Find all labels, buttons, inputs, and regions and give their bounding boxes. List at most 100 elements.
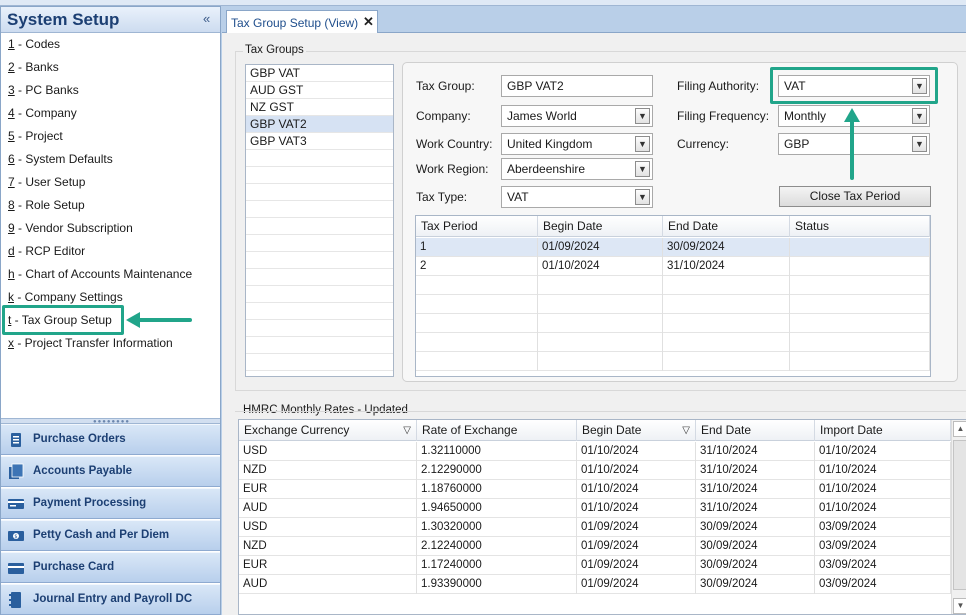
petty-cash-icon: $: [7, 527, 25, 545]
module-button[interactable]: Payment Processing: [1, 488, 220, 519]
sidebar-item-key: 8: [8, 198, 15, 212]
tax-group-field[interactable]: GBP VAT2: [501, 75, 653, 97]
column-header-label: End Date: [701, 423, 752, 437]
sidebar-item-label: - Vendor Subscription: [14, 221, 133, 235]
table-cell: [663, 352, 790, 371]
table-row[interactable]: 2 01/10/2024 31/10/2024: [416, 257, 930, 276]
column-header-label: Status: [795, 219, 830, 233]
tax-type-select[interactable]: VAT ▼: [501, 186, 653, 208]
sidebar-item[interactable]: x - Project Transfer Information: [8, 333, 173, 353]
chevron-down-icon[interactable]: ▼: [635, 136, 650, 152]
scroll-down-icon[interactable]: ▼: [953, 598, 966, 614]
work-country-select[interactable]: United Kingdom ▼: [501, 133, 653, 155]
work-region-select[interactable]: Aberdeenshire ▼: [501, 158, 653, 180]
close-icon[interactable]: ✕: [363, 14, 374, 30]
column-header-label: Rate of Exchange: [422, 423, 518, 437]
module-button[interactable]: Accounts Payable: [1, 456, 220, 487]
sidebar-item-key: 3: [8, 83, 15, 97]
sidebar-item[interactable]: 9 - Vendor Subscription: [8, 218, 133, 238]
empty-row: [246, 218, 393, 235]
module-button[interactable]: Journal Entry and Payroll DC: [1, 584, 220, 615]
sidebar-item-label: - Codes: [14, 37, 61, 51]
sidebar-item[interactable]: 4 - Company: [8, 103, 77, 123]
vertical-scrollbar[interactable]: ▲ ▼: [951, 420, 966, 614]
tax-group-item[interactable]: GBP VAT3: [246, 133, 393, 150]
tax-type-value: VAT: [507, 190, 529, 204]
table-cell: 01/09/2024: [577, 575, 696, 594]
table-cell: [663, 333, 790, 352]
tax-period-grid[interactable]: Tax Period Begin Date End Date Status 1 01/0…: [415, 215, 931, 377]
table-row[interactable]: AUD 1.93390000 01/09/2024 30/09/2024 03/09/2…: [239, 575, 951, 594]
tax-group-list[interactable]: GBP VAT AUD GST NZ GST GBP VAT2 GBP VAT3: [245, 64, 394, 377]
table-row[interactable]: EUR 1.17240000 01/09/2024 30/09/2024 03/09/2…: [239, 556, 951, 575]
table-row[interactable]: EUR 1.18760000 01/10/2024 31/10/2024 01/10/2…: [239, 480, 951, 499]
table-cell: [790, 314, 930, 333]
collapse-icon[interactable]: «: [203, 11, 210, 26]
tab-tax-group-setup[interactable]: Tax Group Setup (View) ✕: [226, 10, 378, 34]
tab-strip: Tax Group Setup (View) ✕: [222, 6, 966, 34]
module-button[interactable]: $ Petty Cash and Per Diem: [1, 520, 220, 551]
table-cell: [790, 333, 930, 352]
table-cell: 30/09/2024: [696, 518, 815, 537]
chevron-down-icon[interactable]: ▼: [635, 108, 650, 124]
table-cell: 01/10/2024: [577, 480, 696, 499]
column-header[interactable]: Status: [790, 216, 930, 237]
table-row[interactable]: NZD 2.12240000 01/09/2024 30/09/2024 03/09/2…: [239, 537, 951, 556]
company-value: James World: [507, 109, 577, 123]
module-label: Purchase Orders: [33, 433, 126, 445]
sidebar-item[interactable]: 8 - Role Setup: [8, 195, 85, 215]
tax-group-detail-panel: Tax Group: Company: Work Country: Work R…: [402, 62, 958, 382]
chevron-down-icon[interactable]: ▼: [912, 136, 927, 152]
sidebar-item[interactable]: 7 - User Setup: [8, 172, 85, 192]
table-cell: EUR: [239, 480, 417, 499]
module-button[interactable]: Purchase Card: [1, 552, 220, 583]
empty-row: [246, 354, 393, 371]
chevron-down-icon[interactable]: ▼: [912, 108, 927, 124]
sidebar-item[interactable]: 3 - PC Banks: [8, 80, 79, 100]
table-row[interactable]: USD 1.32110000 01/10/2024 31/10/2024 01/10/2…: [239, 442, 951, 461]
currency-label: Currency:: [677, 137, 730, 151]
filter-icon[interactable]: ▽: [682, 420, 690, 441]
sidebar-item[interactable]: k - Company Settings: [8, 287, 123, 307]
sidebar-item[interactable]: 6 - System Defaults: [8, 149, 113, 169]
table-row[interactable]: NZD 2.12290000 01/10/2024 31/10/2024 01/10/2…: [239, 461, 951, 480]
table-cell: 1.30320000: [417, 518, 577, 537]
column-header[interactable]: Rate of Exchange: [417, 420, 577, 441]
column-header[interactable]: Begin Date ▽: [577, 420, 696, 441]
tax-group-item[interactable]: GBP VAT2: [246, 116, 393, 133]
hmrc-rates-grid[interactable]: Exchange Currency ▽ Rate of Exchange Begin …: [238, 419, 966, 615]
scroll-up-icon[interactable]: ▲: [953, 421, 966, 437]
filter-icon[interactable]: ▽: [403, 420, 411, 441]
chevron-down-icon[interactable]: ▼: [635, 161, 650, 177]
column-header[interactable]: End Date: [696, 420, 815, 441]
tax-group-item[interactable]: GBP VAT: [246, 65, 393, 82]
tax-group-item[interactable]: AUD GST: [246, 82, 393, 99]
column-header[interactable]: Begin Date: [538, 216, 663, 237]
tax-group-item[interactable]: NZ GST: [246, 99, 393, 116]
module-button[interactable]: Purchase Orders: [1, 424, 220, 455]
module-label: Payment Processing: [33, 497, 147, 509]
work-country-label: Work Country:: [416, 137, 493, 151]
table-cell: 1.32110000: [417, 442, 577, 461]
sidebar-item[interactable]: h - Chart of Accounts Maintenance: [8, 264, 192, 284]
column-header[interactable]: Exchange Currency ▽: [239, 420, 417, 441]
scrollbar-thumb[interactable]: [953, 440, 966, 590]
sidebar-item-key: 7: [8, 175, 15, 189]
column-header[interactable]: End Date: [663, 216, 790, 237]
hmrc-frame-line: [235, 411, 966, 412]
company-select[interactable]: James World ▼: [501, 105, 653, 127]
sidebar-item[interactable]: 1 - Codes: [8, 34, 60, 54]
chevron-down-icon[interactable]: ▼: [635, 189, 650, 205]
column-header-label: Exchange Currency: [244, 423, 350, 437]
column-header[interactable]: Import Date: [815, 420, 951, 441]
sidebar-item-key: 1: [8, 37, 15, 51]
column-header[interactable]: Tax Period: [416, 216, 538, 237]
sidebar-item[interactable]: 2 - Banks: [8, 57, 59, 77]
sidebar-item[interactable]: d - RCP Editor: [8, 241, 85, 261]
table-row[interactable]: AUD 1.94650000 01/10/2024 31/10/2024 01/10/2…: [239, 499, 951, 518]
table-cell: [538, 352, 663, 371]
close-tax-period-button[interactable]: Close Tax Period: [779, 186, 931, 207]
table-row[interactable]: USD 1.30320000 01/09/2024 30/09/2024 03/09/2…: [239, 518, 951, 537]
sidebar-item[interactable]: 5 - Project: [8, 126, 63, 146]
table-row[interactable]: 1 01/09/2024 30/09/2024: [416, 238, 930, 257]
